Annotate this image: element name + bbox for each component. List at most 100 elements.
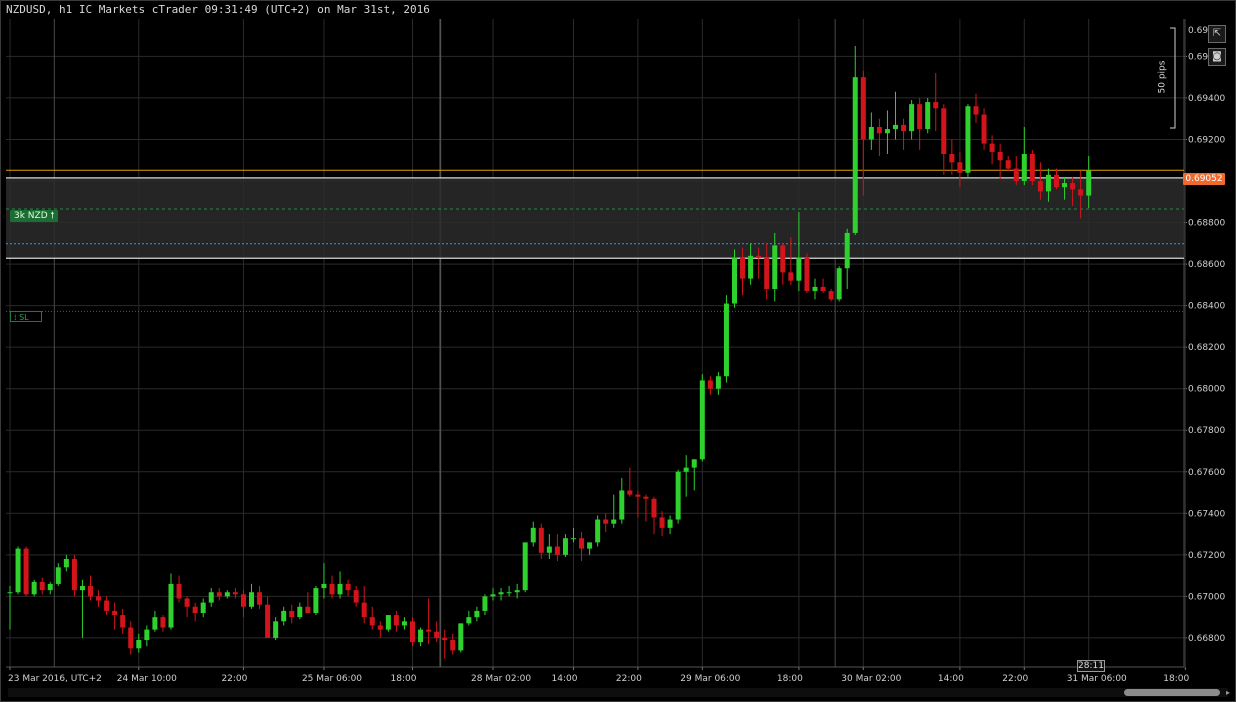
candle-body bbox=[168, 583, 174, 628]
position-label: 3k NZD bbox=[14, 211, 48, 221]
x-tick-label: 22:00 bbox=[221, 674, 247, 684]
popout-icon[interactable]: ⇱ bbox=[1208, 25, 1226, 43]
candle-body bbox=[136, 640, 142, 649]
candle-body bbox=[458, 623, 464, 651]
y-tick-label: 0.67000 bbox=[1188, 592, 1225, 602]
candle-body bbox=[571, 538, 576, 540]
candle-body bbox=[514, 590, 520, 593]
candle-body bbox=[925, 102, 931, 130]
candle-body bbox=[1045, 174, 1051, 192]
candle-body bbox=[144, 629, 150, 640]
candle-body bbox=[1062, 183, 1068, 188]
y-tick-label: 0.68600 bbox=[1188, 260, 1225, 270]
candle-body bbox=[450, 640, 456, 651]
candle-body bbox=[884, 129, 890, 134]
candle-body bbox=[1070, 183, 1076, 190]
candle-body bbox=[63, 559, 69, 568]
candle-body bbox=[369, 617, 375, 626]
candle-body bbox=[345, 583, 351, 591]
candle-body bbox=[659, 517, 665, 528]
candle-body bbox=[55, 567, 61, 584]
candle-body bbox=[321, 583, 327, 589]
candle-body bbox=[1037, 181, 1043, 192]
candle-body bbox=[707, 380, 713, 389]
candle-body bbox=[989, 143, 995, 152]
scrollbar-thumb[interactable] bbox=[1124, 689, 1220, 696]
candle-body bbox=[240, 594, 246, 607]
candle-body bbox=[828, 291, 834, 300]
candle-body bbox=[917, 104, 923, 130]
candle-body bbox=[683, 467, 689, 472]
current-price-badge: 0.69052 bbox=[1183, 173, 1225, 185]
chart-title: NZDUSD, h1 IC Markets cTrader 09:31:49 (… bbox=[6, 3, 430, 16]
candle-body bbox=[31, 581, 37, 595]
candle-body bbox=[216, 592, 222, 597]
candle-body bbox=[780, 245, 786, 273]
candle-body bbox=[265, 604, 271, 638]
candle-body bbox=[176, 583, 182, 599]
candle-body bbox=[71, 559, 77, 591]
candle-body bbox=[820, 286, 826, 292]
pip-ruler-label: 50 pips bbox=[1157, 60, 1168, 94]
candle-body bbox=[192, 606, 198, 613]
candle-body bbox=[289, 610, 295, 618]
y-tick-label: 0.67800 bbox=[1188, 426, 1225, 436]
position-badge[interactable]: 3k NZD 🠕 bbox=[10, 210, 59, 222]
candle-body bbox=[7, 592, 13, 594]
candle-body bbox=[120, 615, 126, 628]
candle-body bbox=[224, 592, 230, 597]
y-tick-label: 0.68800 bbox=[1188, 219, 1225, 229]
candle-body bbox=[208, 592, 214, 603]
candle-body bbox=[868, 127, 874, 140]
x-tick-label: 30 Mar 02:00 bbox=[841, 674, 901, 684]
stop-loss-label: SL bbox=[19, 313, 29, 322]
x-tick-label: 28 Mar 02:00 bbox=[471, 674, 531, 684]
candle-body bbox=[740, 257, 746, 279]
scroll-right-icon[interactable]: ▸ bbox=[1224, 688, 1232, 697]
candlestick-chart[interactable]: 0.696000.694000.692000.690000.688000.686… bbox=[0, 0, 1236, 702]
candle-body bbox=[385, 615, 391, 630]
candle-body bbox=[667, 519, 673, 528]
candle-body bbox=[1078, 189, 1084, 196]
candle-body bbox=[522, 542, 528, 591]
y-tick-label: 0.69200 bbox=[1188, 135, 1225, 145]
candle-body bbox=[997, 151, 1003, 161]
candle-body bbox=[426, 629, 432, 632]
candle-body bbox=[1013, 168, 1019, 181]
candle-body bbox=[844, 232, 850, 269]
candle-body bbox=[723, 303, 729, 377]
candle-body bbox=[756, 255, 762, 258]
position-zone bbox=[6, 177, 1184, 259]
candle-body bbox=[353, 590, 359, 603]
candle-body bbox=[482, 596, 488, 611]
candle-body bbox=[619, 490, 625, 520]
candle-body bbox=[788, 272, 794, 281]
candle-body bbox=[748, 255, 754, 279]
candle-body bbox=[562, 538, 568, 555]
pip-ruler bbox=[1170, 27, 1176, 129]
candle-body bbox=[490, 594, 496, 597]
candle-body bbox=[329, 583, 335, 595]
candle-body bbox=[297, 606, 303, 618]
candle-body bbox=[546, 546, 552, 553]
y-tick-label: 0.68000 bbox=[1188, 385, 1225, 395]
camera-icon[interactable]: ◙ bbox=[1208, 48, 1226, 66]
candle-body bbox=[79, 586, 85, 591]
stop-loss-grip-icon: ⁞ bbox=[14, 313, 17, 322]
candle-body bbox=[941, 108, 947, 154]
candle-body bbox=[909, 104, 915, 132]
horizontal-scrollbar[interactable] bbox=[8, 688, 1228, 697]
candle-body bbox=[893, 124, 898, 130]
candle-body bbox=[933, 102, 939, 109]
x-tick-label: 22:00 bbox=[616, 674, 642, 684]
candle-body bbox=[836, 268, 842, 300]
x-tick-label: 18:00 bbox=[391, 674, 417, 684]
candle-body bbox=[732, 257, 737, 304]
candle-timer: 28:11 bbox=[1077, 660, 1105, 672]
candle-body bbox=[860, 77, 866, 140]
candle-body bbox=[957, 162, 963, 173]
candle-body bbox=[949, 154, 955, 163]
candle-body bbox=[804, 257, 810, 292]
stop-loss-badge[interactable]: ⁞ SL bbox=[10, 311, 42, 322]
candle-body bbox=[249, 592, 254, 607]
